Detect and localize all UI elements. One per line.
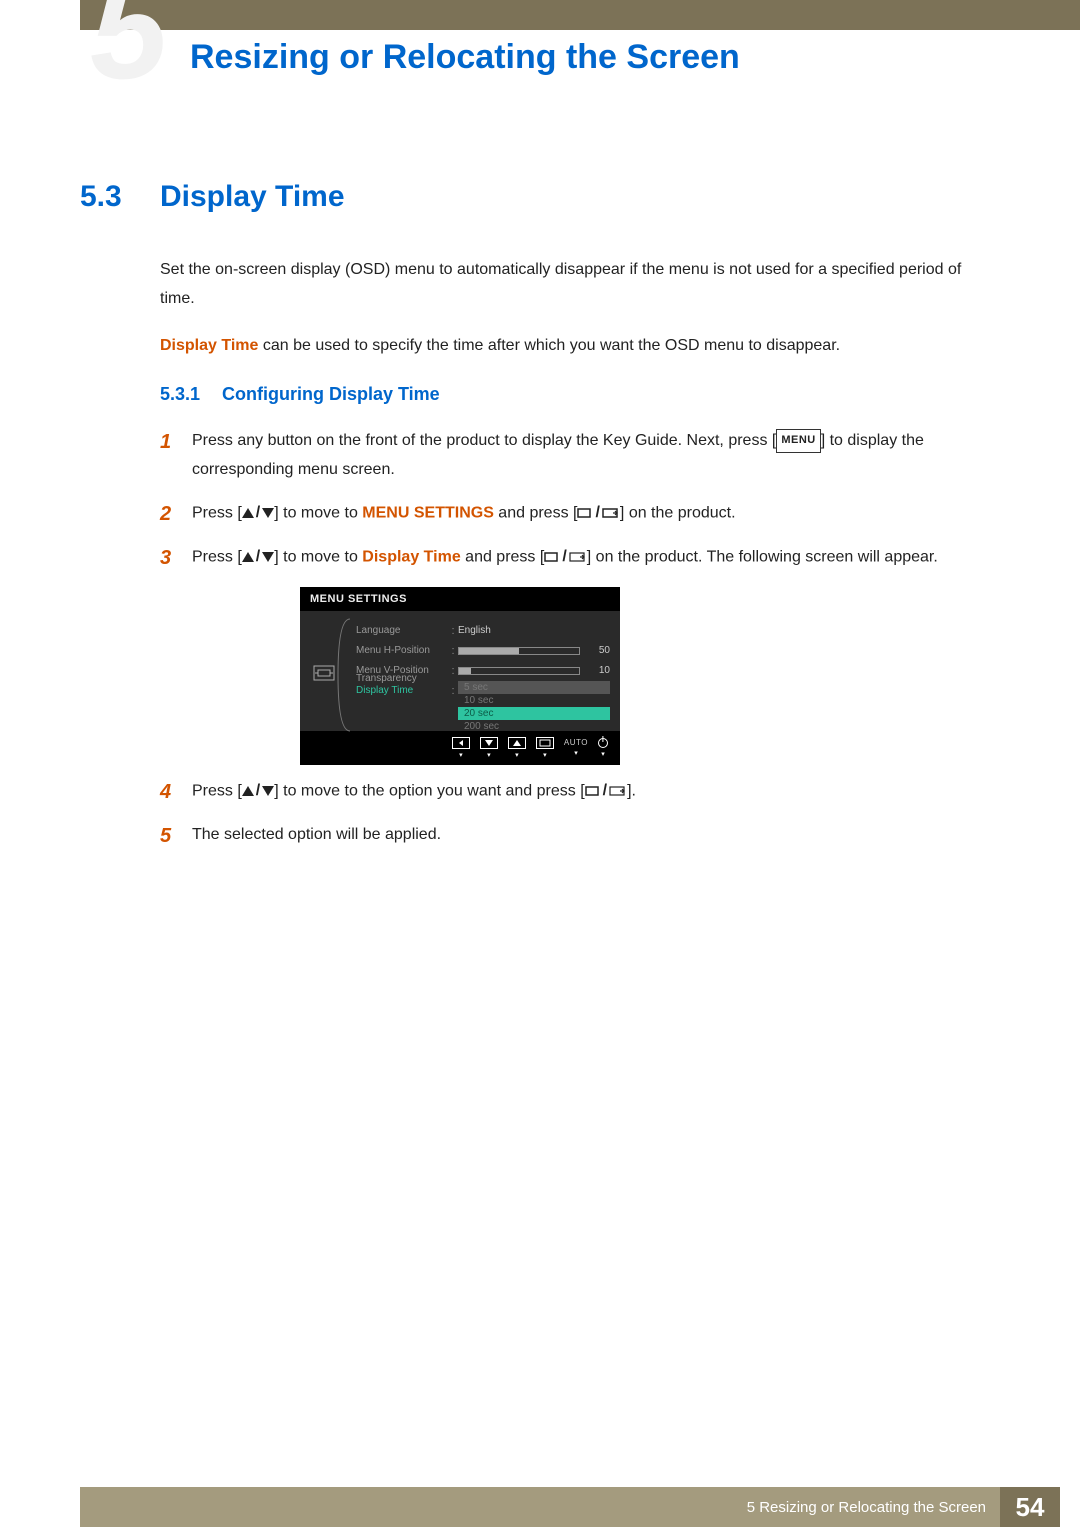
step-3-a: Press [ [192,549,242,566]
source-icon [585,785,601,797]
subsection-number: 5.3.1 [160,384,222,405]
up-arrow-icon [242,508,254,518]
osd-auto-button-icon: AUTO▾ [564,738,588,757]
osd-up-button-icon: ▾ [508,737,526,759]
osd-language-value: English [458,625,491,636]
up-arrow-icon [242,552,254,562]
osd-title: MENU SETTINGS [300,587,620,611]
section-heading: 5.3 Display Time [80,180,1000,214]
step-3-text: Press [ / ] to move to Display Time and pr… [192,543,938,573]
osd-menu-v-value: 10 [586,665,610,676]
slash-icon: / [256,499,260,528]
section-intro-2: Display Time can be used to specify the … [160,332,1000,361]
enter-icon [609,785,627,797]
up-arrow-icon [242,786,254,796]
osd-language-label: Language [356,625,448,636]
chapter-title: Resizing or Relocating the Screen [190,38,740,77]
step-1-text: Press any button on the front of the pro… [192,427,1000,485]
osd-menu-v-slider [458,667,580,675]
osd-row-menu-h: Menu H-Position : 50 [356,641,610,661]
osd-option-10sec: 10 sec [458,694,610,707]
osd-power-button-icon: ▾ [598,738,608,758]
slash-icon: / [603,777,607,806]
step-3-d: ] on the product. The following screen w… [587,549,938,566]
step-2-c: and press [ [494,505,578,522]
down-arrow-icon [262,786,274,796]
step-1: 1 Press any button on the front of the p… [160,427,1000,485]
step-number-2: 2 [160,499,192,529]
menu-button-icon: MENU [776,429,820,453]
step-3-b: ] to move to [274,549,362,566]
section-intro-1: Set the on-screen display (OSD) menu to … [160,256,1000,314]
section-intro-2b: can be used to specify the time after wh… [258,337,840,354]
step-2-text: Press [ / ] to move to MENU SETTINGS and p… [192,499,736,529]
page-footer: 5 Resizing or Relocating the Screen 54 [0,1487,1080,1527]
display-time-term-2: Display Time [362,549,460,566]
footer-chapter-text: 5 Resizing or Relocating the Screen [747,1499,1000,1516]
step-2-d: ] on the product. [620,505,736,522]
step-4-text: Press [ / ] to move to the option you want… [192,777,636,807]
osd-menu-h-label: Menu H-Position [356,645,448,656]
slash-icon: / [562,543,566,572]
step-4-c: ]. [627,783,636,800]
osd-display-time-label: Display Time [356,685,448,696]
slash-icon: / [595,499,599,528]
step-3: 3 Press [ / ] to move to Display Time and … [160,543,1000,573]
header-bar [80,0,1080,30]
menu-settings-term: MENU SETTINGS [362,505,494,522]
osd-option-200sec: 200 sec [458,720,610,733]
step-2-a: Press [ [192,505,242,522]
step-3-c: and press [ [461,549,545,566]
osd-row-language: Language : English [356,621,610,641]
step-number-1: 1 [160,427,192,485]
source-icon [577,507,593,519]
enter-icon [569,551,587,563]
settings-tab-icon [313,665,335,681]
source-icon [544,551,560,563]
subsection-title: Configuring Display Time [222,384,440,405]
slash-icon: / [256,777,260,806]
osd-menu-h-slider [458,647,580,655]
section-number: 5.3 [80,180,160,214]
step-5: 5 The selected option will be applied. [160,821,1000,851]
page-number: 54 [1000,1487,1060,1527]
step-4-a: Press [ [192,783,242,800]
step-number-4: 4 [160,777,192,807]
step-1-a: Press any button on the front of the pro… [192,432,776,449]
osd-menu-h-value: 50 [586,645,610,656]
osd-option-20sec: 20 sec [458,707,610,720]
chapter-watermark: 5 [90,0,168,100]
down-arrow-icon [262,508,274,518]
osd-transparency-label: Transparency [356,673,448,684]
subsection-heading: 5.3.1 Configuring Display Time [160,384,1000,405]
display-time-term: Display Time [160,337,258,354]
osd-down-button-icon: ▾ [480,737,498,759]
osd-screenshot: MENU SETTINGS Language : English Menu H [300,587,1000,765]
step-4: 4 Press [ / ] to move to the option you wa… [160,777,1000,807]
step-4-b: ] to move to the option you want and pre… [274,783,584,800]
step-number-3: 3 [160,543,192,573]
osd-enter-button-icon: ▾ [536,737,554,759]
enter-icon [602,507,620,519]
slash-icon: / [256,543,260,572]
section-title: Display Time [160,180,345,214]
osd-footer: ▾ ▾ ▾ ▾ AUTO▾ ▾ [300,731,620,765]
down-arrow-icon [262,552,274,562]
step-number-5: 5 [160,821,192,851]
step-5-text: The selected option will be applied. [192,821,441,851]
step-2-b: ] to move to [274,505,362,522]
osd-back-button-icon: ▾ [452,737,470,759]
step-2: 2 Press [ / ] to move to MENU SETTINGS and… [160,499,1000,529]
